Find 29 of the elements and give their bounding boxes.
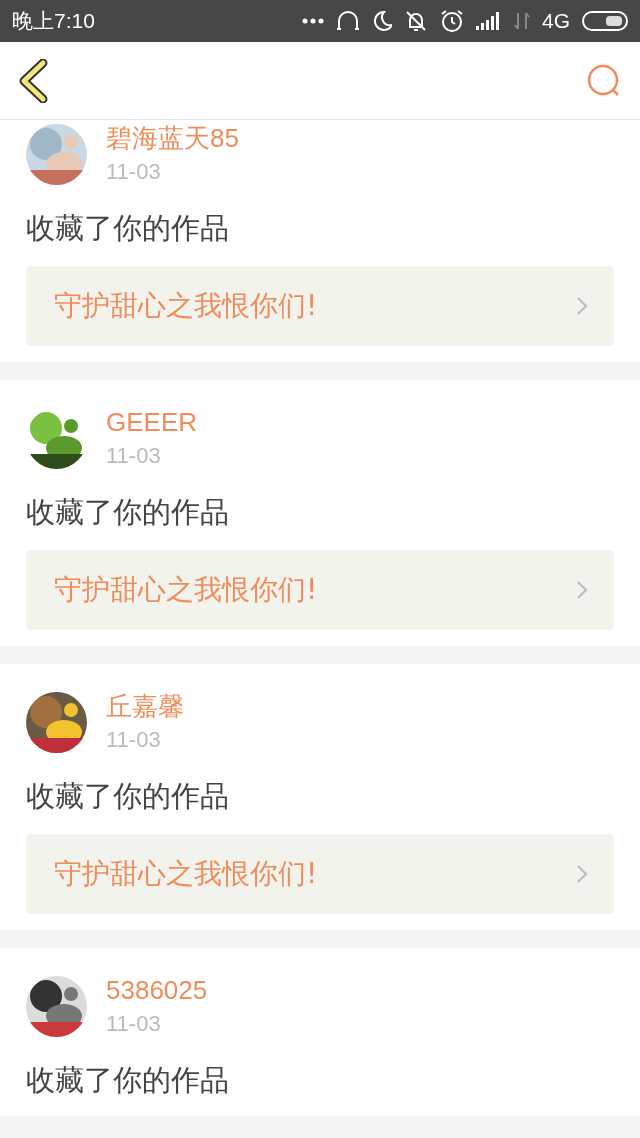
signal-icon <box>476 12 502 30</box>
user-name[interactable]: GEEER <box>106 406 198 438</box>
notification-text: 收藏了你的作品 <box>26 778 230 815</box>
notification-date: 11-03 <box>106 1010 162 1038</box>
mute-icon <box>404 10 428 32</box>
notification-text: 收藏了你的作品 <box>26 494 230 531</box>
chevron-right-icon <box>576 580 588 600</box>
back-icon[interactable] <box>18 58 48 103</box>
notification-date: 11-03 <box>106 726 162 754</box>
battery-icon <box>582 11 628 31</box>
chevron-right-icon <box>576 864 588 884</box>
notification-date: 11-03 <box>106 442 162 470</box>
work-link[interactable]: 守护甜心之我恨你们! <box>26 266 614 346</box>
work-link[interactable]: 守护甜心之我恨你们! <box>26 834 614 914</box>
work-link[interactable]: 守护甜心之我恨你们! <box>26 550 614 630</box>
notification-date: 11-03 <box>106 158 162 186</box>
user-name[interactable]: 丘嘉馨 <box>106 690 184 722</box>
moon-icon <box>372 10 392 32</box>
notification-text: 收藏了你的作品 <box>26 1062 230 1099</box>
chevron-right-icon <box>576 296 588 316</box>
user-name[interactable]: 碧海蓝天85 <box>106 122 239 154</box>
alarm-icon <box>440 9 464 33</box>
data-arrows-icon <box>514 11 530 31</box>
notification-text: 收藏了你的作品 <box>26 210 230 247</box>
status-time: 晚上7:10 <box>12 8 95 34</box>
user-name[interactable]: 5386025 <box>106 974 208 1006</box>
network-type: 4G <box>542 9 570 33</box>
headphones-icon <box>336 10 360 32</box>
more-icon <box>302 18 324 24</box>
